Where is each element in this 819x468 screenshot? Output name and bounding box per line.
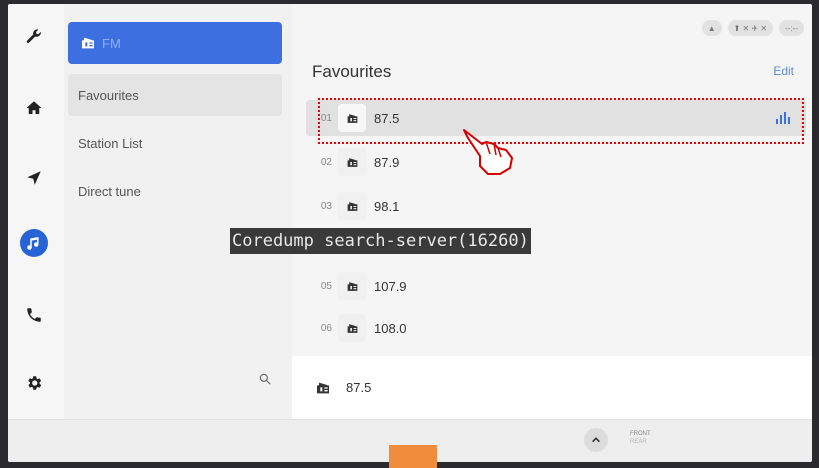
radio-icon [82, 37, 94, 49]
radio-icon [338, 272, 366, 300]
menu-item-direct-tune[interactable]: Direct tune [68, 170, 282, 212]
settings-icon[interactable] [20, 369, 48, 397]
menu-item-label: Favourites [78, 87, 139, 103]
menu-item-label: Direct tune [78, 183, 141, 199]
source-label: FM [102, 35, 121, 51]
chevron-up-icon [592, 437, 600, 443]
search-icon[interactable] [258, 372, 274, 388]
radio-icon [317, 382, 329, 393]
radio-icon [338, 148, 366, 176]
preset-number: 06 [320, 322, 332, 334]
clock-placeholder: --:-- [779, 20, 804, 36]
preset-number: 03 [320, 200, 332, 212]
favourites-panel: ▲ ⬆ ✕ ✈ ✕ --:-- Favourites Edit 01 87.5 … [292, 4, 812, 419]
source-menu: FM Favourites Station List Direct tune [64, 4, 292, 419]
chevron-up-button[interactable] [584, 428, 608, 452]
favourite-row[interactable]: 05 107.9 [306, 268, 806, 304]
radio-icon [338, 314, 366, 342]
navigation-icon[interactable] [20, 164, 48, 192]
station-frequency: 87.9 [374, 154, 400, 170]
front-label: FRONT [630, 431, 651, 437]
status-icons: ⬆ ✕ ✈ ✕ [727, 20, 774, 36]
home-icon[interactable] [20, 94, 48, 122]
highlight-outline [318, 98, 804, 144]
favourite-row[interactable]: 03 98.1 [306, 188, 806, 224]
wrench-icon[interactable] [20, 22, 48, 50]
status-area: ▲ ⬆ ✕ ✈ ✕ --:-- [701, 20, 804, 36]
menu-item-favourites[interactable]: Favourites [68, 74, 282, 116]
menu-item-label: Station List [78, 135, 143, 151]
page-title: Favourites [312, 62, 392, 81]
icon-rail [8, 4, 64, 419]
now-playing-frequency: 87.5 [346, 380, 372, 395]
favourite-row[interactable]: 06 108.0 [306, 310, 806, 346]
radio-icon [338, 192, 366, 220]
station-frequency: 98.1 [374, 198, 400, 214]
favourite-row[interactable]: 02 87.9 [306, 144, 806, 180]
pointing-hand-icon [463, 129, 513, 175]
notification-icon[interactable]: ▲ [701, 20, 722, 36]
front-rear-indicator: FRONT REAR [630, 430, 651, 446]
rear-label: REAR [630, 439, 647, 445]
edit-button[interactable]: Edit [773, 64, 794, 78]
coredump-message: Coredump search-server(16260) [230, 228, 531, 254]
menu-item-station-list[interactable]: Station List [68, 122, 282, 164]
station-frequency: 107.9 [374, 278, 407, 294]
orange-tab [389, 445, 437, 468]
music-note-icon[interactable] [20, 229, 48, 257]
now-playing-bar[interactable]: 87.5 [292, 356, 812, 419]
phone-icon[interactable] [20, 301, 48, 329]
preset-number: 02 [320, 156, 332, 168]
source-selector-button[interactable]: FM [68, 22, 282, 64]
station-frequency: 108.0 [374, 320, 407, 336]
preset-number: 05 [320, 280, 332, 292]
